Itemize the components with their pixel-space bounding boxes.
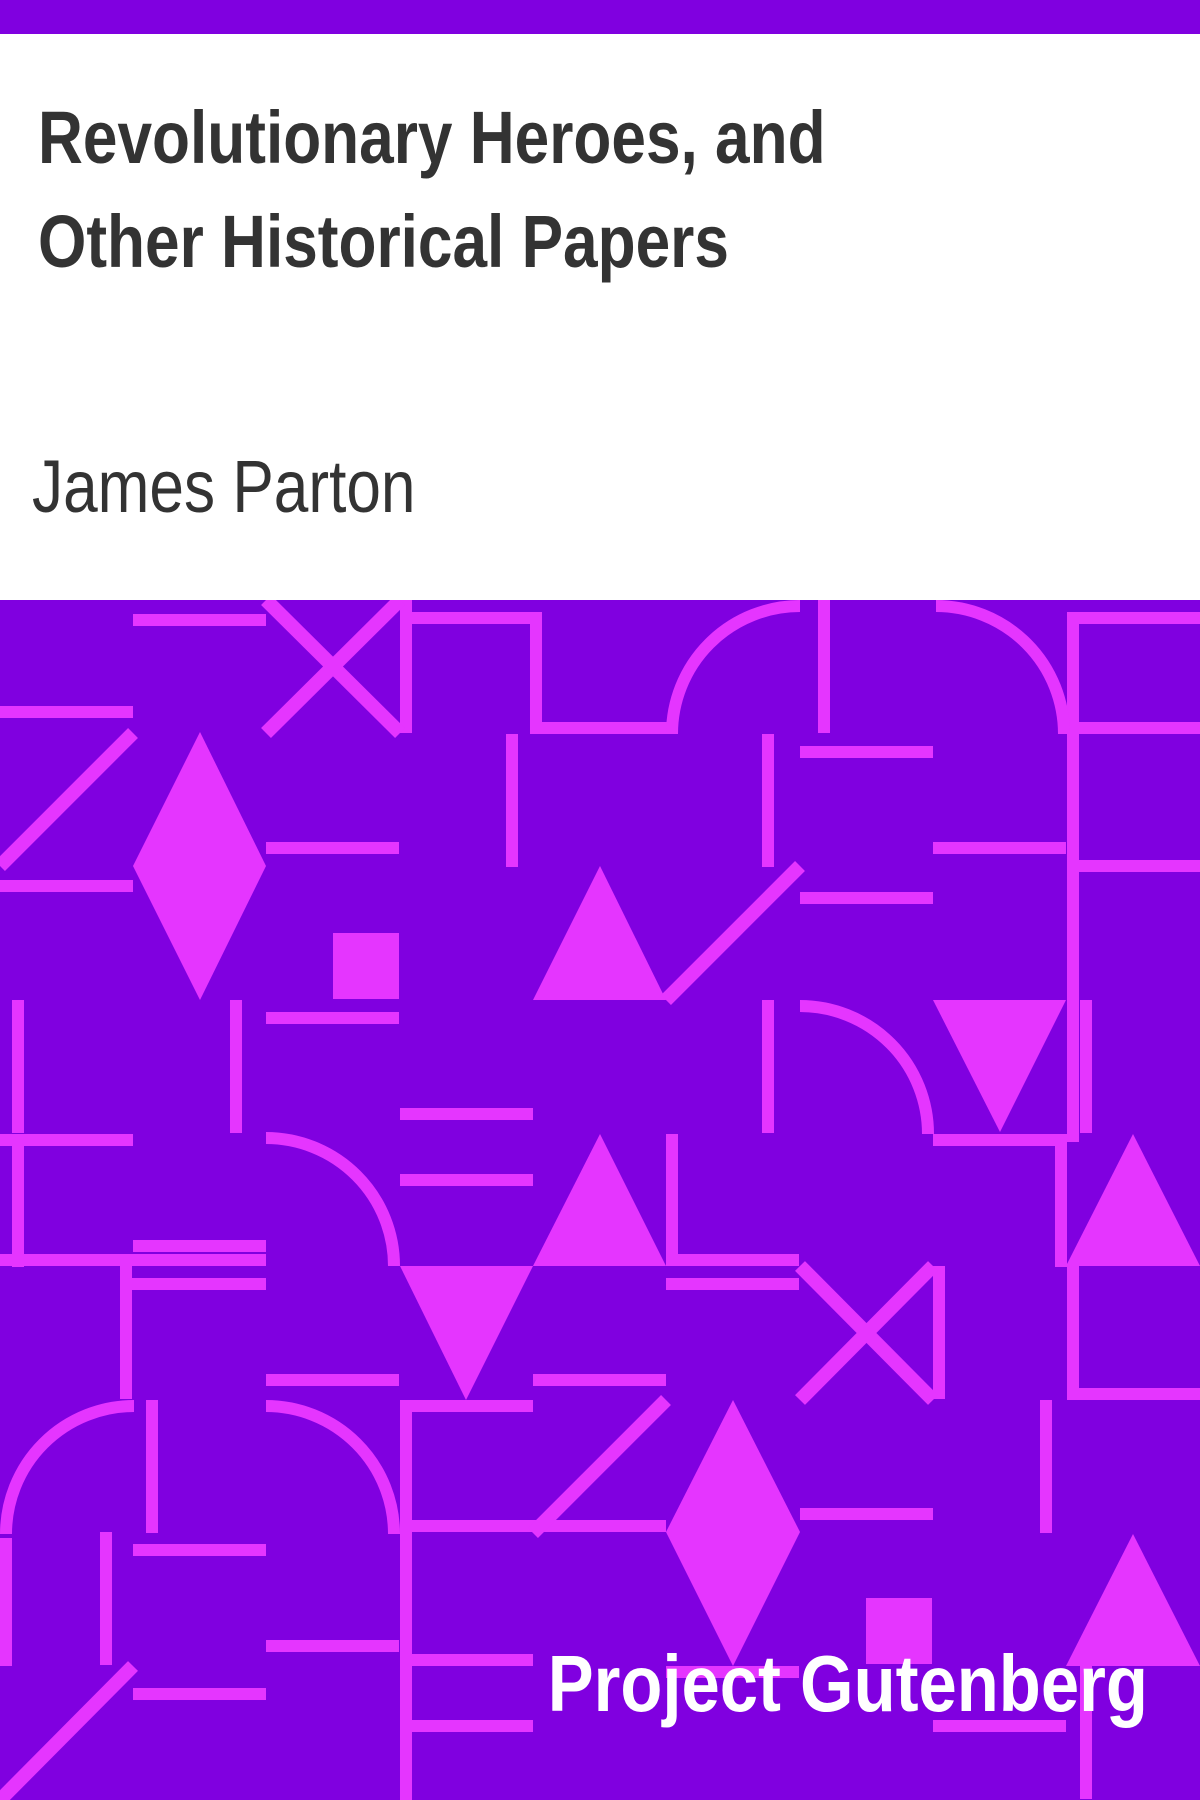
book-author: James Parton: [32, 445, 416, 528]
title-block: Revolutionary Heroes, and Other Historic…: [0, 34, 1200, 600]
geometric-pattern-graphic: [0, 600, 1200, 1800]
top-color-bar: [0, 0, 1200, 34]
book-title: Revolutionary Heroes, and Other Historic…: [38, 96, 826, 283]
cover-pattern: [0, 600, 1200, 1800]
publisher-name: Project Gutenberg: [547, 1639, 1148, 1728]
